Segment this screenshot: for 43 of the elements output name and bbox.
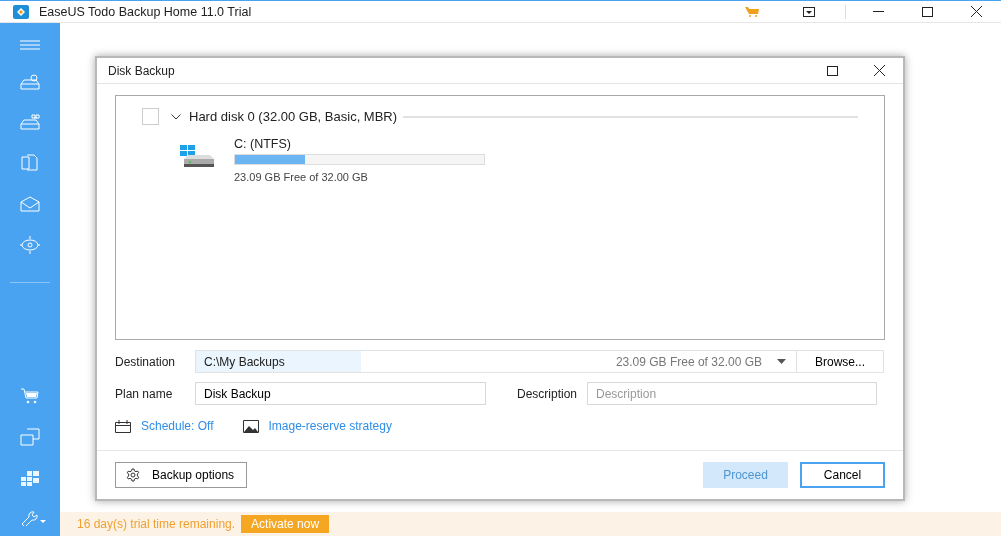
partition-name: C: (NTFS) <box>234 137 292 151</box>
dropdown-icon[interactable] <box>803 6 815 17</box>
disk-icon[interactable] <box>20 74 40 90</box>
minimize-icon[interactable] <box>873 10 884 13</box>
partition-free-space: 23.09 GB Free of 32.00 GB <box>234 171 369 183</box>
schedule-link[interactable]: Schedule: Off <box>141 419 214 433</box>
wrench-icon[interactable] <box>20 510 46 526</box>
app-logo-icon <box>13 4 29 19</box>
envelope-icon[interactable] <box>20 196 40 212</box>
image-reserve-link[interactable]: Image-reserve strategy <box>268 419 392 433</box>
caret-icon <box>777 359 786 364</box>
description-field[interactable]: Description <box>587 382 878 405</box>
disk-label: Hard disk 0 (32.00 GB, Basic, MBR) <box>189 109 398 124</box>
plan-name-field[interactable]: Disk Backup <box>195 382 486 405</box>
field-label: Destination <box>115 354 177 369</box>
browse-button[interactable]: Browse... <box>796 350 884 373</box>
image-icon <box>242 419 259 433</box>
field-label: Plan name <box>115 386 174 401</box>
disk-icon[interactable] <box>20 114 40 130</box>
cancel-button[interactable]: Cancel <box>800 462 885 488</box>
target-icon[interactable] <box>20 236 40 254</box>
backup-options-button[interactable]: Backup options <box>115 462 248 488</box>
trial-message: 16 day(s) trial time remaining. <box>77 517 236 531</box>
chevron-down-icon[interactable] <box>171 113 181 120</box>
gear-icon <box>126 468 140 482</box>
dialog-title: Disk Backup <box>108 63 175 78</box>
destination-dropdown[interactable]: C:\My Backups 23.09 GB Free of 32.00 GB <box>195 350 797 373</box>
destination-free-space: 23.09 GB Free of 32.00 GB <box>615 354 762 369</box>
menu-icon[interactable] <box>20 40 40 50</box>
maximize-icon[interactable] <box>827 65 838 76</box>
calendar-icon <box>115 419 131 433</box>
windows-icon[interactable] <box>20 428 40 446</box>
maximize-icon[interactable] <box>922 6 933 17</box>
field-label: Description <box>517 386 578 401</box>
close-icon[interactable] <box>971 6 982 17</box>
window-title: EaseUS Todo Backup Home 11.0 Trial <box>39 4 252 19</box>
destination-path: C:\My Backups <box>203 354 285 369</box>
cart-icon[interactable] <box>745 6 759 17</box>
files-icon[interactable] <box>21 154 39 172</box>
checkbox[interactable] <box>142 108 159 125</box>
close-icon[interactable] <box>874 65 885 76</box>
cart-icon[interactable] <box>21 388 39 404</box>
tiles-icon[interactable] <box>20 470 40 486</box>
